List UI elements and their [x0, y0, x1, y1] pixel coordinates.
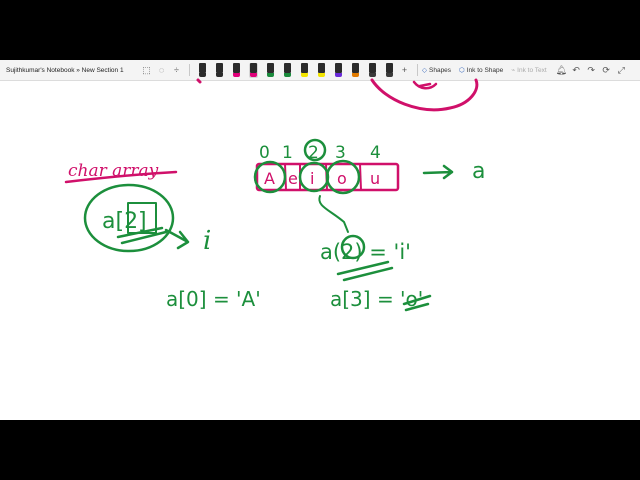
- array-index-4: 4: [370, 143, 381, 163]
- array-cell-0: A: [264, 169, 275, 188]
- ink-left-arrow: [164, 228, 190, 250]
- ink-right-underline: [336, 260, 394, 282]
- ink-right-eq2: a[3] = 'o': [330, 287, 423, 311]
- array-cell-3: o: [337, 169, 347, 188]
- ink-top-squiggle: [412, 80, 438, 90]
- ink-left-expr: a[2]: [102, 209, 147, 234]
- array-cell-1: e: [288, 169, 298, 188]
- array-index-1: 1: [282, 143, 293, 163]
- array-cell-2: i: [310, 169, 314, 188]
- ink-connector: [318, 195, 349, 233]
- ink-array-arrow: [422, 164, 454, 180]
- array-cell-4: u: [370, 169, 380, 188]
- ink-top-dot: [196, 78, 202, 84]
- ink-canvas[interactable]: char array 01234 Aeiou a a[2] i a[0] = '…: [0, 60, 640, 420]
- ink-right-eq1: a(2) = 'i': [320, 240, 411, 264]
- ink-left-result: i: [203, 226, 211, 256]
- ink-left-eq: a[0] = 'A': [166, 287, 261, 311]
- array-index-0: 0: [259, 143, 270, 163]
- ink-array-name: a: [472, 159, 485, 184]
- onenote-window: Sujithkumar's Notebook » New Section 1 ⬚…: [0, 60, 640, 420]
